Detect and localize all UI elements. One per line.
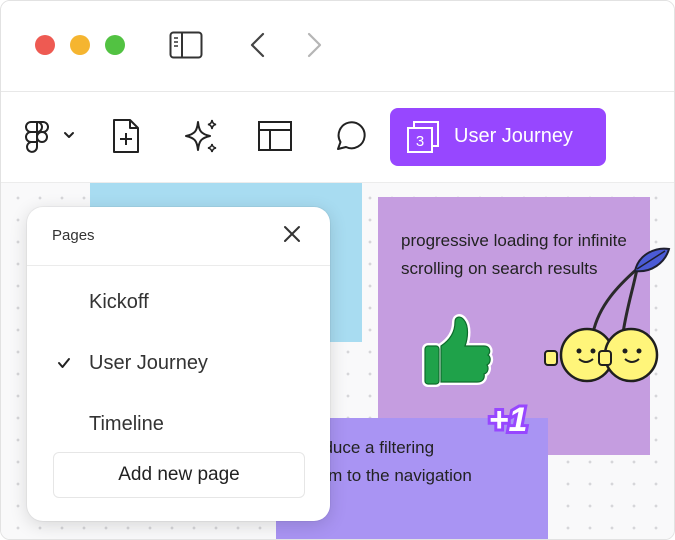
page-item-timeline[interactable]: Timeline: [27, 401, 330, 451]
app-window: 3 User Journey progressive loading for i…: [0, 0, 675, 540]
close-window-button[interactable]: [35, 35, 55, 55]
thumbs-up-sticker-icon[interactable]: [417, 306, 495, 390]
page-item-label: User Journey: [89, 352, 208, 374]
pages-panel-title: Pages: [52, 227, 95, 244]
page-item-user-journey[interactable]: User Journey: [27, 340, 330, 390]
page-number-icon: 3: [407, 121, 439, 153]
title-bar: [1, 1, 674, 89]
pages-panel: Pages Kickoff User Journey Timeline Add …: [27, 207, 330, 521]
sidebar-toggle-icon[interactable]: [169, 31, 203, 59]
current-page-label: User Journey: [454, 125, 573, 147]
layout-icon[interactable]: [257, 116, 293, 156]
plus-one-text: +1: [489, 401, 528, 439]
page-number-text: 3: [416, 133, 424, 150]
current-page-button[interactable]: 3 User Journey: [390, 108, 606, 166]
minimize-window-button[interactable]: [70, 35, 90, 55]
sparkle-icon[interactable]: [181, 116, 221, 156]
comment-icon[interactable]: [331, 116, 367, 156]
add-new-page-button[interactable]: Add new page: [53, 452, 305, 498]
figma-logo-icon[interactable]: [23, 116, 79, 156]
cherries-sticker-icon[interactable]: [539, 245, 674, 385]
plus-one-sticker-icon[interactable]: +1: [479, 393, 537, 443]
chevron-left-icon[interactable]: [247, 31, 269, 59]
page-item-label: Kickoff: [89, 291, 149, 313]
page-item-kickoff[interactable]: Kickoff: [27, 279, 330, 329]
canvas[interactable]: progressive loading for infinite scrolli…: [1, 183, 674, 539]
add-file-icon[interactable]: [109, 116, 143, 156]
chevron-right-icon[interactable]: [303, 31, 325, 59]
pages-panel-divider: [27, 265, 330, 266]
page-item-label: Timeline: [89, 413, 164, 435]
add-new-page-label: Add new page: [118, 464, 240, 485]
close-icon[interactable]: [281, 223, 303, 245]
maximize-window-button[interactable]: [105, 35, 125, 55]
checkmark-icon: [58, 358, 70, 368]
